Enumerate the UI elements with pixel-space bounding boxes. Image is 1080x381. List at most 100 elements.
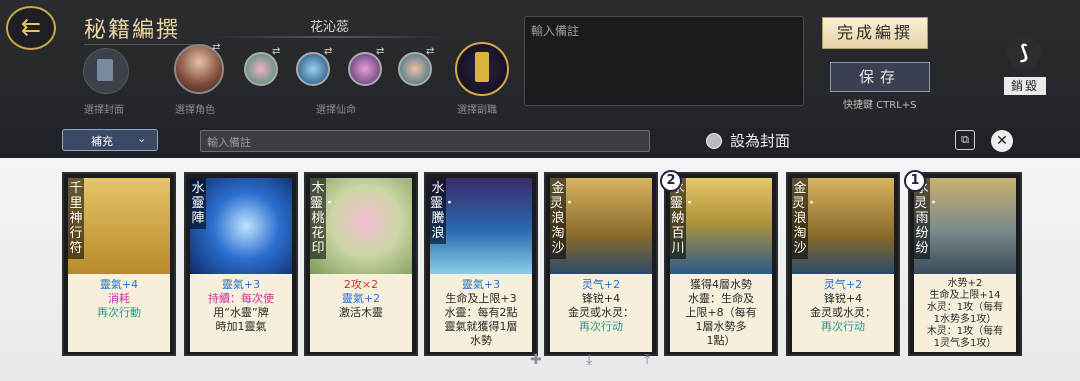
card-description: 靈氣+3 持續：每次使 用“水靈”牌 時加1靈氣: [190, 274, 292, 352]
desc-line: 獲得4層水勢: [690, 278, 752, 291]
export-icon[interactable]: ⤒: [644, 352, 650, 368]
page-title: 秘籍編撰: [84, 18, 181, 43]
desc-line: 水势+2: [947, 278, 983, 289]
add-card-icon[interactable]: ✚: [530, 352, 542, 368]
import-icon[interactable]: ⤓: [586, 352, 592, 368]
desc-line: 時加1靈氣: [215, 320, 267, 333]
card-description: 水势+2 生命及上限+14 水灵：1攻（每有 1水势多1攻） 木灵：1攻（每有 …: [914, 274, 1016, 352]
back-arrow-icon[interactable]: ⇇: [6, 6, 56, 50]
desc-line: 1水势多1攻）: [933, 314, 997, 325]
set-cover-radio[interactable]: [706, 133, 722, 149]
card-description: 2攻×2 靈氣+2 激活木靈: [310, 274, 412, 352]
desc-line: 生命及上限+3: [445, 292, 517, 305]
name-divider: [212, 36, 448, 38]
sub-job-select-button[interactable]: [455, 42, 509, 96]
desc-line: 上限+8（每有: [685, 306, 757, 319]
desc-line: 水靈：每有2點: [444, 306, 518, 319]
desc-line: 用“水靈”牌: [213, 306, 269, 319]
category-dropdown[interactable]: 補充 ⌄: [62, 129, 158, 151]
swap-icon[interactable]: ⇄: [212, 42, 220, 53]
card-name: 千里神行符: [68, 178, 84, 259]
fairy-slot-4[interactable]: [398, 52, 432, 86]
role-label: 選擇角色: [175, 105, 215, 116]
notes-placeholder: 輸入備註: [531, 24, 580, 38]
destroy-button[interactable]: ⟆ 銷毀: [1004, 35, 1046, 95]
desc-line: 木灵：1攻（每有: [926, 326, 1004, 337]
card-notes-input[interactable]: 輸入備註: [200, 130, 650, 152]
cover-select-button[interactable]: [83, 48, 129, 94]
finish-button[interactable]: 完成編撰: [822, 17, 928, 49]
desc-line: 锋锐+4: [823, 292, 863, 305]
swap-icon[interactable]: ⇄: [376, 46, 384, 57]
desc-line: 水勢: [470, 334, 492, 347]
desc-line: 再次行動: [97, 306, 141, 319]
cost-badge: 1: [904, 170, 926, 192]
deck-card[interactable]: 水靈陣 靈氣+3 持續：每次使 用“水靈”牌 時加1靈氣: [184, 172, 298, 356]
desc-line: 靈氣+3: [461, 278, 501, 291]
save-button[interactable]: 保存: [830, 62, 930, 92]
desc-line: 靈氣+2: [341, 292, 381, 305]
card-name: 水靈陣: [190, 178, 206, 229]
desc-line: 生命及上限+14: [929, 290, 1001, 301]
talisman-icon: [475, 52, 489, 82]
card-description: 灵气+2 锋锐+4 金灵或水灵： 再次行动: [792, 274, 894, 352]
close-icon[interactable]: ✕: [991, 130, 1013, 152]
card-name: 金灵・浪淘沙: [792, 178, 818, 259]
desc-line: 激活木靈: [339, 306, 383, 319]
deck-card[interactable]: 金灵・浪淘沙 灵气+2 锋锐+4 金灵或水灵： 再次行动: [544, 172, 658, 356]
desc-line: 再次行动: [821, 320, 865, 333]
desc-line: 锋锐+4: [581, 292, 621, 305]
desc-line: 灵气+2: [823, 278, 863, 291]
deck-card[interactable]: 金灵・浪淘沙 灵气+2 锋锐+4 金灵或水灵： 再次行动: [786, 172, 900, 356]
card-name: 木靈・桃花印: [310, 178, 336, 259]
desc-line: 1灵气多1攻）: [933, 338, 997, 349]
card-description: 靈氣+4 消耗 再次行動: [68, 274, 170, 352]
cost-badge: 2: [660, 170, 682, 192]
swap-icon[interactable]: ⇄: [272, 46, 280, 57]
title-underline: [84, 44, 194, 45]
sub-job-label: 選擇副職: [457, 105, 497, 116]
notes-textarea[interactable]: 輸入備註: [524, 16, 804, 106]
desc-line: 1層水勢多: [695, 320, 747, 333]
copy-icon[interactable]: ⧉: [955, 130, 975, 150]
fairy-slot-3[interactable]: [348, 52, 382, 86]
card-description: 灵气+2 锋锐+4 金灵或水灵： 再次行动: [550, 274, 652, 352]
card-name: 水靈・騰浪: [430, 178, 456, 244]
deck-card[interactable]: 水灵・雨纷纷 1 水势+2 生命及上限+14 水灵：1攻（每有 1水势多1攻） …: [904, 170, 1022, 356]
card-description: 靈氣+3 生命及上限+3 水靈：每有2點 靈氣就獲得1層 水勢: [430, 274, 532, 352]
desc-line: 水灵：1攻（每有: [926, 302, 1004, 313]
desc-line: 水靈：生命及: [688, 292, 754, 305]
broken-shield-icon: ⟆: [1007, 35, 1041, 69]
deck-card[interactable]: 千里神行符 靈氣+4 消耗 再次行動: [62, 172, 176, 356]
swap-icon[interactable]: ⇄: [324, 46, 332, 57]
desc-line: 1點）: [706, 334, 736, 347]
desc-line: 灵气+2: [581, 278, 621, 291]
deck-card[interactable]: 水靈・納百川 2 獲得4層水勢 水靈：生命及 上限+8（每有 1層水勢多 1點）: [660, 170, 778, 356]
dropdown-value: 補充: [91, 135, 113, 148]
swap-icon[interactable]: ⇄: [426, 46, 434, 57]
desc-line: 再次行动: [579, 320, 623, 333]
deck-card[interactable]: 水靈・騰浪 靈氣+3 生命及上限+3 水靈：每有2點 靈氣就獲得1層 水勢: [424, 172, 538, 356]
card-description: 獲得4層水勢 水靈：生命及 上限+8（每有 1層水勢多 1點）: [670, 274, 772, 352]
card-back-icon: [97, 59, 113, 81]
destroy-label: 銷毀: [1004, 77, 1046, 95]
desc-line: 消耗: [108, 292, 130, 305]
shortcut-hint: 快捷鍵 CTRL+S: [843, 100, 917, 111]
desc-line: 靈氣+3: [221, 278, 261, 291]
desc-line: 持續：每次使: [208, 292, 274, 305]
chevron-down-icon: ⌄: [137, 132, 147, 145]
card-notes-placeholder: 輸入備註: [207, 136, 251, 149]
deck-card[interactable]: 木靈・桃花印 2攻×2 靈氣+2 激活木靈: [304, 172, 418, 356]
cover-label: 選擇封面: [84, 105, 124, 116]
fairy-slot-2[interactable]: [296, 52, 330, 86]
desc-line: 金灵或水灵：: [810, 306, 876, 319]
desc-line: 靈氣+4: [99, 278, 139, 291]
fairy-slot-1[interactable]: [244, 52, 278, 86]
character-name: 花沁蕊: [310, 20, 350, 35]
desc-line: 靈氣就獲得1層: [444, 320, 518, 333]
fairy-label: 選擇仙命: [316, 105, 356, 116]
desc-line: 金灵或水灵：: [568, 306, 634, 319]
set-cover-label: 設為封面: [730, 132, 791, 150]
card-name: 金灵・浪淘沙: [550, 178, 576, 259]
desc-line: 2攻×2: [343, 278, 379, 291]
